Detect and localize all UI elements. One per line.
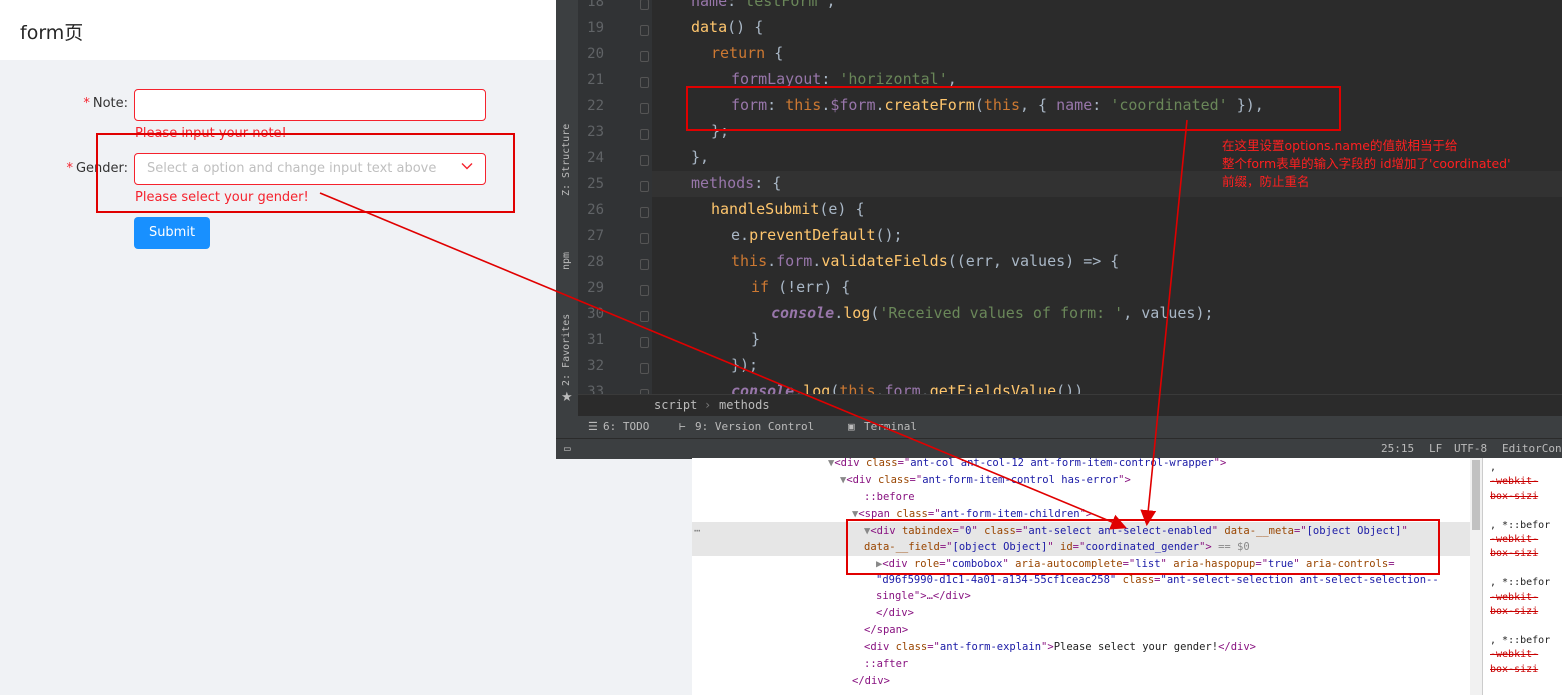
arrow-code-to-dom bbox=[1140, 119, 1188, 527]
arrow-form-to-dom bbox=[319, 192, 1127, 530]
annotation-arrows bbox=[319, 119, 1188, 530]
